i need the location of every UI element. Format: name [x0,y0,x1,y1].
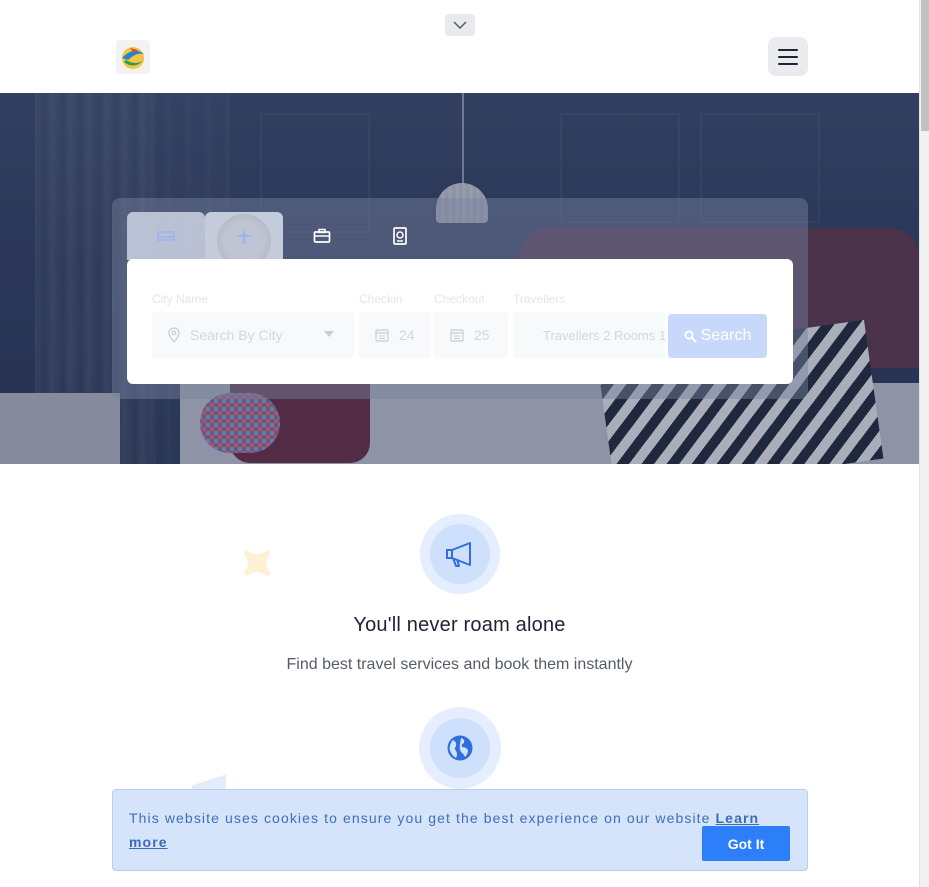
search-form: City Name Checkin Checkout Travellers Se… [127,259,793,384]
cookie-message: This website uses cookies to ensure you … [129,810,711,826]
checkin-label: Checkin [359,292,403,306]
feature-title: You'll never roam alone [353,614,566,636]
city-select[interactable]: Search By City [152,312,354,358]
page: City Name Checkin Checkout Travellers Se… [0,0,929,887]
cookie-banner: This website uses cookies to ensure you … [112,789,808,871]
menu-button[interactable] [768,37,808,76]
search-button[interactable]: Search [668,314,767,358]
megaphone-icon [446,542,471,567]
tab-tours[interactable] [283,212,361,260]
travellers-label: Travellers [513,292,566,306]
hamburger-icon [778,48,798,51]
location-pin-icon [168,327,180,343]
checkin-field[interactable]: 24 [359,312,431,358]
tab-hotels[interactable] [127,212,205,260]
calendar-icon [450,329,464,342]
checkin-value: 24 [399,327,415,343]
passport-icon [393,227,407,245]
chevron-down-icon [453,21,467,29]
collapse-toggle-button[interactable] [445,14,475,36]
briefcase-icon [313,228,331,243]
tab-flights[interactable] [205,212,283,268]
city-label: City Name [152,292,209,306]
checkout-field[interactable]: 25 [434,312,508,358]
search-button-label: Search [700,327,752,344]
airplane-icon [236,228,252,244]
decorative-cross-shape [244,550,270,576]
checkout-label: Checkout [434,292,485,306]
megaphone-feature-badge [420,514,500,594]
site-logo[interactable] [116,40,150,74]
scrollbar[interactable] [919,0,929,887]
globe-icon [447,735,473,761]
travellers-value: Travellers 2 Rooms 1 [543,327,665,343]
calendar-icon [375,329,389,342]
globe-feature-badge [419,707,501,789]
checkout-value: 25 [474,327,490,343]
chevron-down-icon [324,331,334,337]
bed-icon [157,231,175,242]
tab-visa[interactable] [361,212,439,260]
scrollbar-thumb[interactable] [921,0,929,131]
travellers-field[interactable]: Travellers 2 Rooms 1 [513,312,665,358]
feature-subtitle: Find best travel services and book them … [286,656,633,673]
search-icon [684,330,697,343]
city-placeholder: Search By City [190,327,283,343]
got-it-button[interactable]: Got It [702,826,790,861]
